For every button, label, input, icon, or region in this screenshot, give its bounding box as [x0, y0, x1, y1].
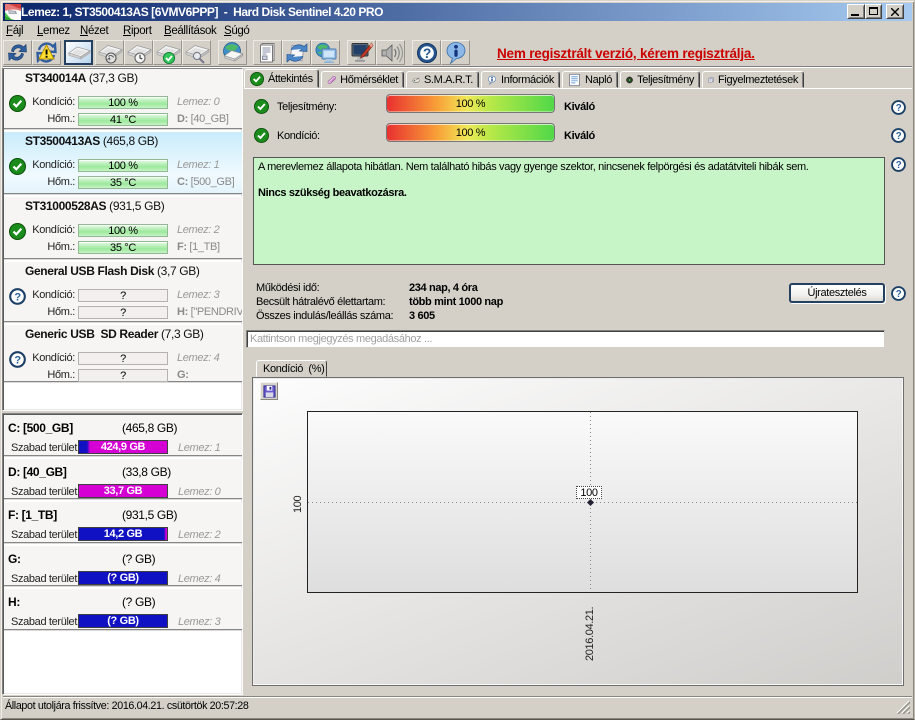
svg-text:?: ? — [423, 46, 431, 61]
svg-text:?: ? — [896, 131, 902, 142]
svg-text:?: ? — [896, 289, 902, 300]
svg-text:?: ? — [896, 103, 902, 114]
svg-text:?: ? — [896, 160, 902, 171]
